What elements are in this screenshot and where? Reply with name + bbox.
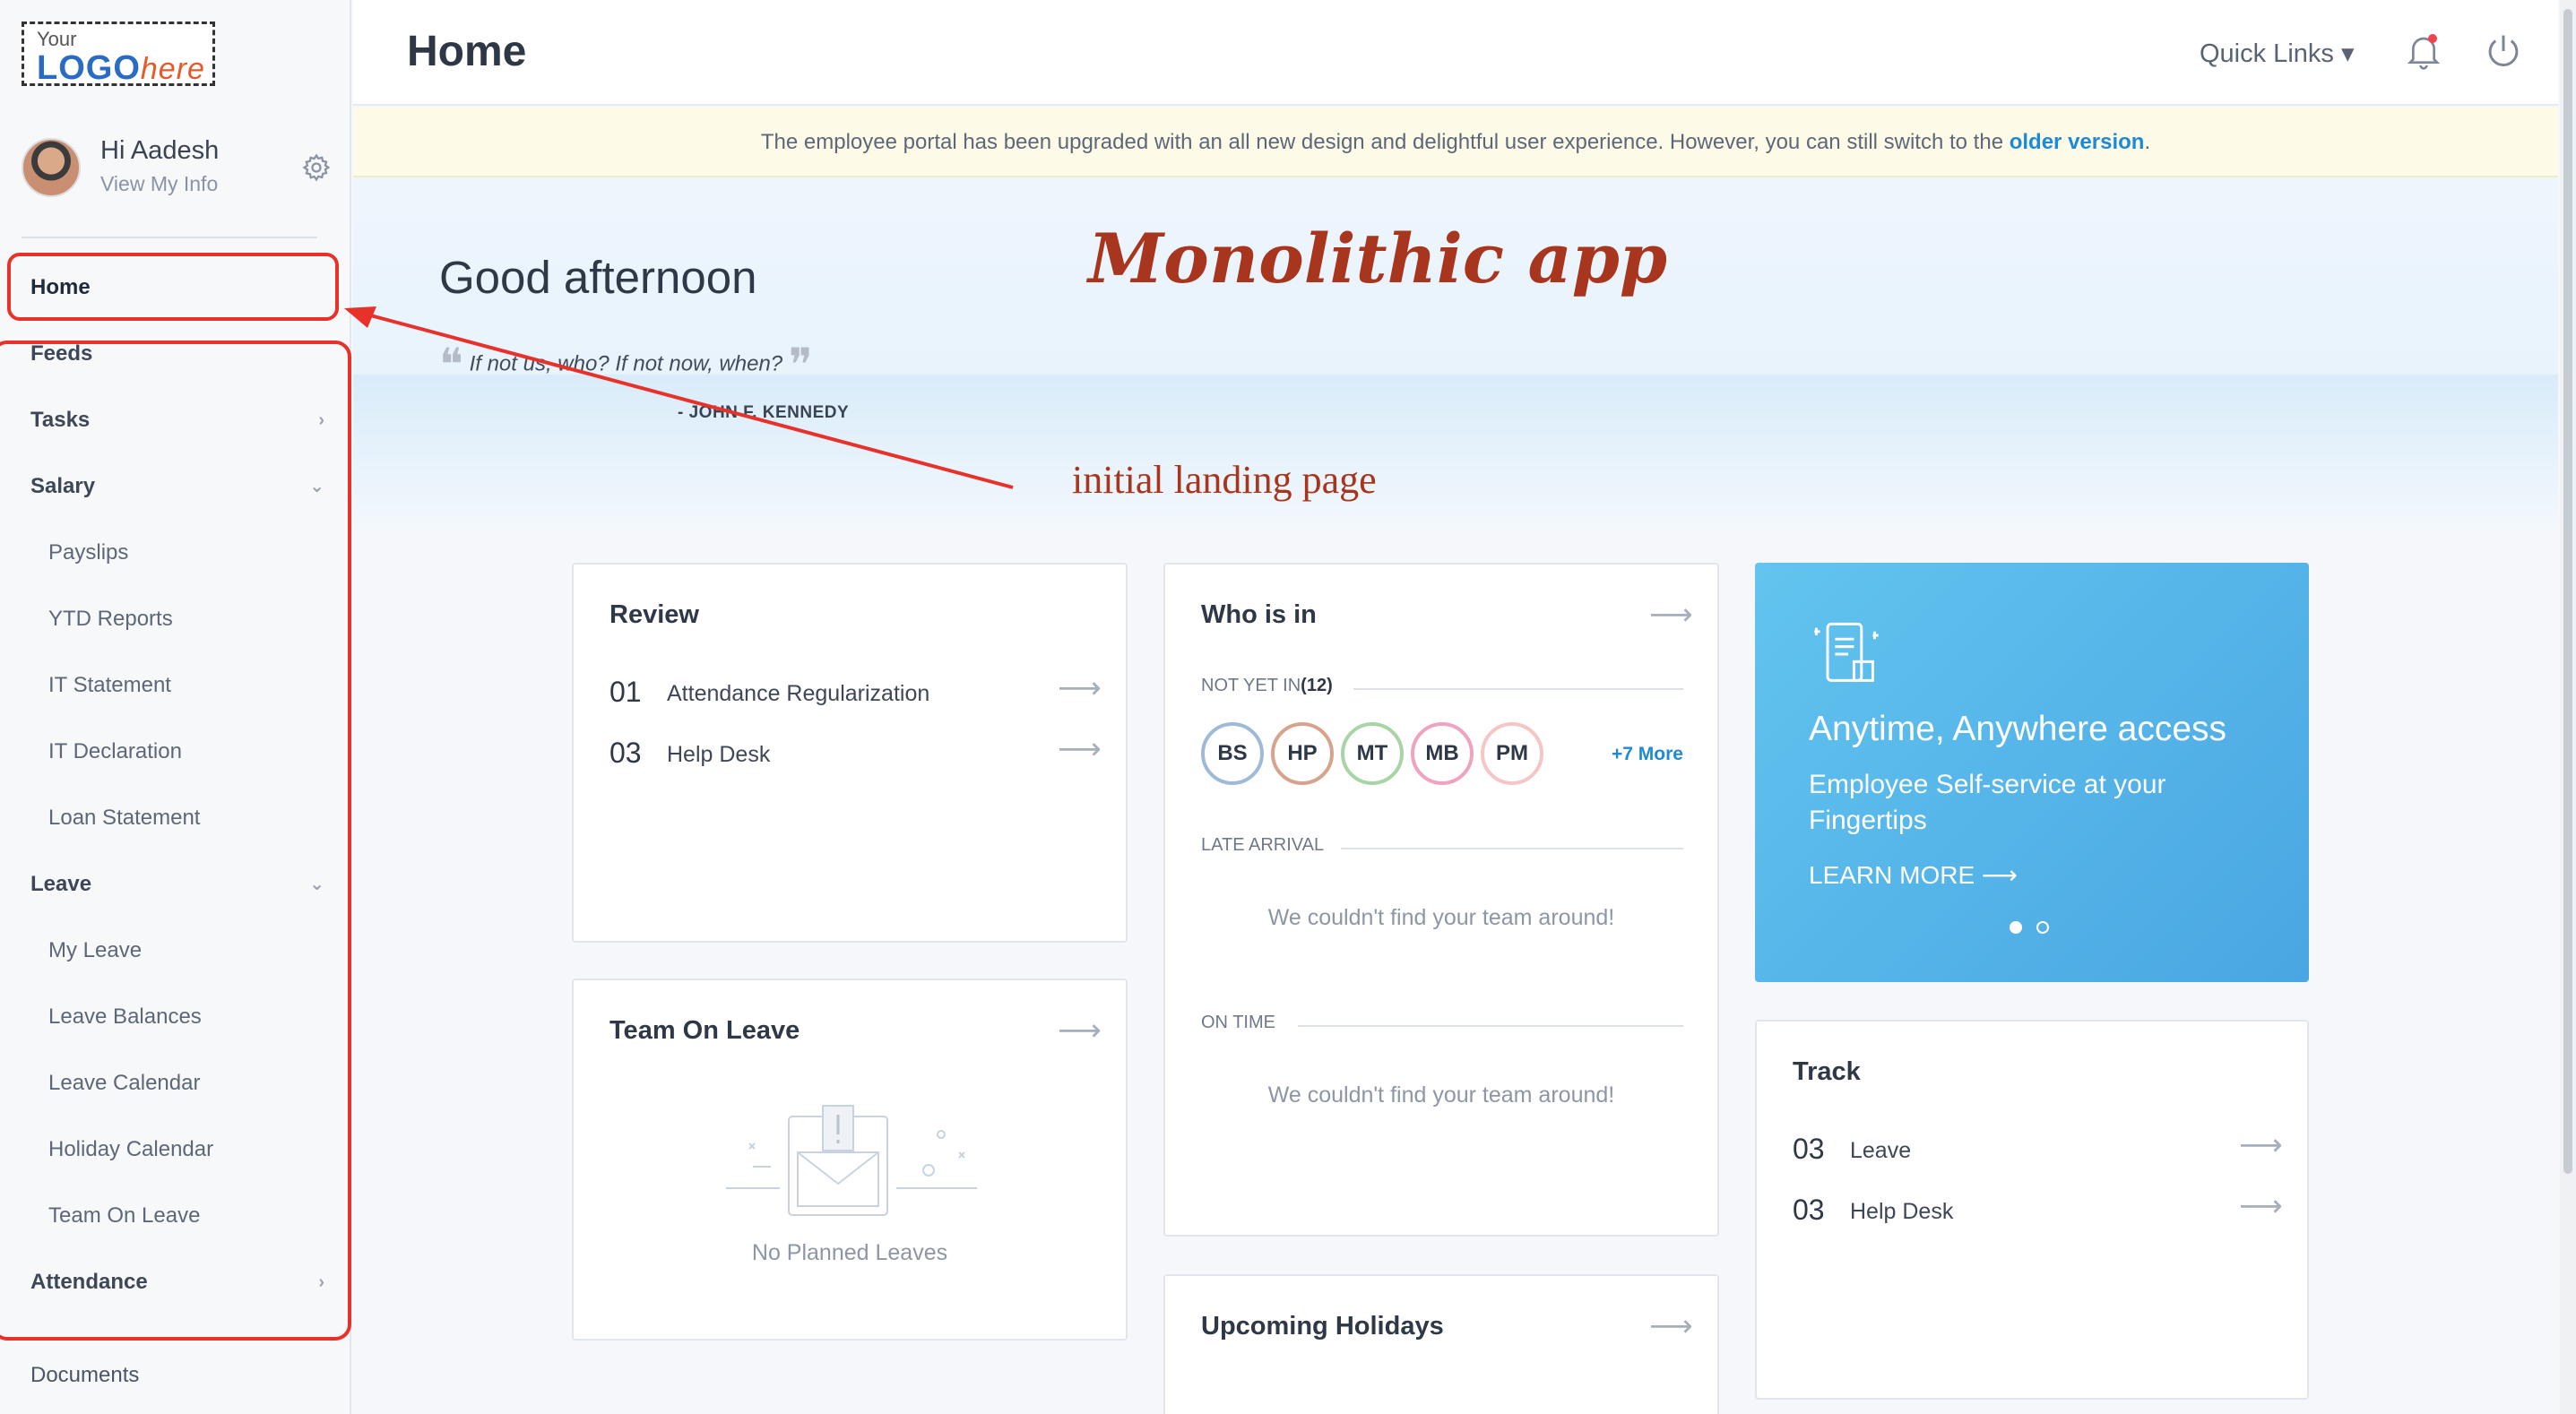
- sidebar-divider: [22, 237, 317, 238]
- no-planned-leaves-text: No Planned Leaves: [751, 1240, 948, 1265]
- older-version-link[interactable]: older version: [2010, 130, 2145, 154]
- banner-end: .: [2144, 130, 2151, 154]
- user-panel: Hi Aadesh View My Info: [22, 134, 335, 206]
- gear-icon[interactable]: [301, 152, 332, 183]
- track-item-label[interactable]: Leave: [1850, 1138, 1911, 1164]
- annotation-subtitle: initial landing page: [1072, 458, 1377, 502]
- team-on-leave-title: Team On Leave: [609, 1016, 800, 1045]
- sidebar-item-documents[interactable]: Documents: [0, 1342, 351, 1409]
- quote: ❝ If not us, who? If not now, when? ❞: [439, 339, 813, 391]
- learn-more-link[interactable]: LEARN MORE ⟶: [1809, 860, 2018, 890]
- user-greeting: Hi Aadesh: [100, 136, 220, 165]
- review-card: Review 01 Attendance Regularization ⟶ 03…: [572, 563, 1128, 943]
- review-item-label[interactable]: Help Desk: [667, 742, 770, 768]
- team-on-leave-card: Team On Leave ⟶ No Planned Leaves: [572, 979, 1128, 1341]
- arrow-right-icon[interactable]: ⟶: [2239, 1188, 2283, 1224]
- upgrade-banner: The employee portal has been upgraded wi…: [353, 108, 2558, 177]
- person-avatar-chip[interactable]: MT: [1341, 722, 1404, 785]
- arrow-right-icon[interactable]: ⟶: [1058, 1013, 1102, 1048]
- late-arrival-label: LATE ARRIVAL: [1201, 835, 1325, 855]
- greeting-text: Good afternoon: [439, 252, 757, 303]
- carousel-dot[interactable]: [2036, 921, 2049, 934]
- power-icon[interactable]: [2485, 32, 2522, 70]
- close-quote-icon: ❞: [788, 339, 813, 391]
- quote-author: - JOHN F. KENNEDY: [678, 403, 850, 422]
- empty-mailbox-illustration: [726, 1105, 977, 1216]
- section-divider: [1298, 1025, 1683, 1027]
- logo-line2: LOGOhere: [37, 49, 205, 87]
- avatar[interactable]: [22, 138, 81, 197]
- annotation-title: Monolithic app: [1088, 219, 1667, 298]
- bell-icon[interactable]: [2406, 32, 2442, 72]
- section-divider: [1353, 688, 1683, 690]
- annotation-nav-highlight: [0, 341, 351, 1341]
- arrow-right-icon[interactable]: ⟶: [1649, 1308, 1693, 1344]
- top-header: Home Quick Links ▾: [353, 0, 2558, 106]
- quick-links-dropdown[interactable]: Quick Links ▾: [2200, 38, 2355, 69]
- track-count: 03: [1793, 1133, 1825, 1165]
- review-title: Review: [609, 600, 699, 629]
- scrollbar-thumb[interactable]: [2563, 9, 2572, 1174]
- review-count: 03: [609, 737, 642, 769]
- promo-subtitle: Employee Self-service at your Fingertips: [1809, 770, 2166, 835]
- who-is-in-title: Who is in: [1201, 600, 1317, 629]
- on-time-empty-text: We couldn't find your team around!: [1267, 1082, 1615, 1108]
- logo-line1: Your: [37, 28, 77, 50]
- banner-text: The employee portal has been upgraded wi…: [760, 130, 2010, 154]
- track-count: 03: [1793, 1194, 1825, 1226]
- on-time-label: ON TIME: [1201, 1013, 1275, 1032]
- arrow-right-icon[interactable]: ⟶: [1649, 597, 1693, 633]
- hero-band: [353, 375, 2558, 530]
- upcoming-holidays-card: Upcoming Holidays ⟶: [1163, 1274, 1719, 1414]
- not-yet-in-label: NOT YET IN(12): [1201, 676, 1333, 695]
- page-scrollbar[interactable]: [2560, 0, 2576, 1414]
- company-logo[interactable]: Your LOGOhere: [22, 22, 215, 87]
- arrow-right-icon[interactable]: ⟶: [1058, 731, 1102, 767]
- arrow-right-icon[interactable]: ⟶: [2239, 1127, 2283, 1163]
- quote-text: If not us, who? If not now, when?: [469, 351, 783, 376]
- carousel-dot-active[interactable]: [2010, 921, 2022, 934]
- promo-carousel[interactable]: Anytime, Anywhere access Employee Self-s…: [1755, 563, 2309, 982]
- person-avatar-chip[interactable]: BS: [1201, 722, 1264, 785]
- track-card: Track 03 Leave ⟶ 03 Help Desk ⟶: [1755, 1020, 2309, 1400]
- review-item-label[interactable]: Attendance Regularization: [667, 681, 929, 707]
- review-count: 01: [609, 676, 642, 708]
- open-quote-icon: ❝: [439, 339, 463, 391]
- sidebar-item-label: Documents: [30, 1363, 140, 1387]
- section-divider: [1341, 848, 1683, 849]
- arrow-right-icon[interactable]: ⟶: [1058, 670, 1102, 706]
- late-arrival-empty-text: We couldn't find your team around!: [1267, 905, 1615, 930]
- who-is-in-card: Who is in ⟶ NOT YET IN(12) BS HP MT MB PM +7…: [1163, 563, 1719, 1237]
- person-avatar-chip[interactable]: HP: [1271, 722, 1334, 785]
- more-people-link[interactable]: +7 More: [1612, 744, 1683, 765]
- promo-title: Anytime, Anywhere access: [1809, 710, 2227, 748]
- view-my-info-link[interactable]: View My Info: [100, 172, 218, 196]
- track-title: Track: [1793, 1057, 1861, 1086]
- page-title: Home: [407, 28, 527, 75]
- mobile-self-service-icon: [1814, 622, 1879, 682]
- person-avatar-chip[interactable]: PM: [1481, 722, 1543, 785]
- upcoming-holidays-title: Upcoming Holidays: [1201, 1312, 1444, 1341]
- person-avatar-chip[interactable]: MB: [1411, 722, 1474, 785]
- annotation-home-highlight: [7, 253, 339, 321]
- track-item-label[interactable]: Help Desk: [1850, 1199, 1953, 1225]
